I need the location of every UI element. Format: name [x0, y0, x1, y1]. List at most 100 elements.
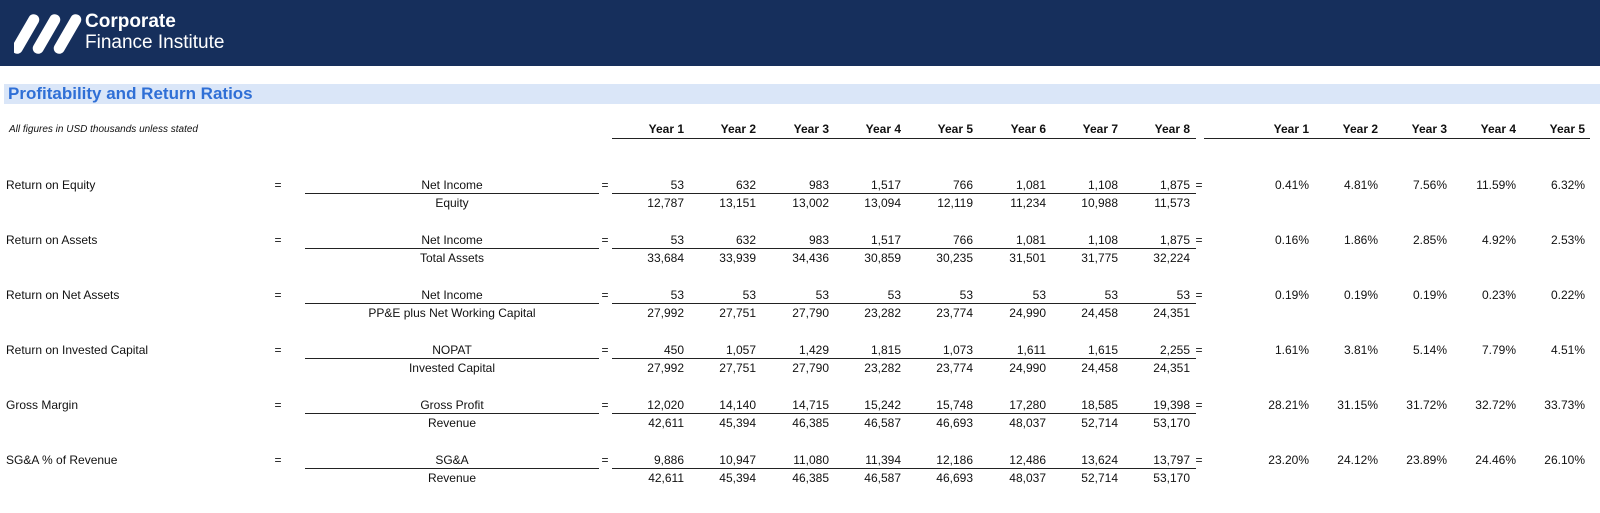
- numerator-value: 983: [808, 178, 829, 192]
- equals-sign: =: [1195, 288, 1203, 302]
- denominator-value: 34,436: [792, 251, 829, 265]
- denominator-value: 46,693: [936, 416, 973, 430]
- fraction-bar: [305, 193, 599, 194]
- numerator-value: 53: [815, 288, 829, 302]
- denominator-value: 33,684: [647, 251, 684, 265]
- denominator-value: 23,282: [864, 306, 901, 320]
- equals-sign: =: [1195, 178, 1203, 192]
- ratio-year-header: Year 1: [1273, 122, 1309, 136]
- numerator-value: 1,073: [942, 343, 973, 357]
- denominator-value: 31,775: [1081, 251, 1118, 265]
- header-underline-values: [612, 138, 1196, 139]
- ratio-value: 0.41%: [1274, 178, 1309, 192]
- denominator-value: 31,501: [1009, 251, 1046, 265]
- numerator-value: 1,611: [1016, 343, 1046, 357]
- denominator-value: 46,587: [864, 416, 901, 430]
- ratio-value: 7.56%: [1412, 178, 1447, 192]
- ratio-value: 7.79%: [1481, 343, 1516, 357]
- equals-sign: =: [1195, 453, 1203, 467]
- numerator-value: 53: [1032, 288, 1046, 302]
- denominator-value: 27,751: [719, 306, 756, 320]
- ratio-value: 4.92%: [1481, 233, 1516, 247]
- numerator-value: 9,886: [653, 453, 684, 467]
- ratio-year-header: Year 3: [1411, 122, 1447, 136]
- numerator-value: 13,624: [1081, 453, 1118, 467]
- numerator-value: 1,081: [1015, 178, 1046, 192]
- denominator-value: 48,037: [1009, 416, 1046, 430]
- denominator-value: 52,714: [1081, 471, 1118, 485]
- ratio-value: 4.81%: [1343, 178, 1378, 192]
- numerator-value: 1,108: [1087, 233, 1118, 247]
- numerator-value: 1,517: [870, 233, 901, 247]
- numerator-value: 53: [887, 288, 901, 302]
- equals-sign: =: [601, 178, 609, 192]
- denominator-value: 24,458: [1081, 361, 1118, 375]
- year-header: Year 6: [1010, 122, 1046, 136]
- denominator-value: 12,119: [937, 196, 973, 210]
- ratio-value: 28.21%: [1268, 398, 1309, 412]
- numerator-value: 14,715: [792, 398, 829, 412]
- equals-sign: =: [274, 343, 282, 357]
- denominator-value: 11,234: [1010, 196, 1046, 210]
- numerator-label: NOPAT: [432, 343, 472, 357]
- denominator-value: 27,992: [647, 306, 684, 320]
- denominator-value: 24,990: [1009, 306, 1046, 320]
- values-fraction-bar: [612, 413, 1196, 414]
- cfi-logo-icon: [14, 14, 82, 54]
- equals-sign: =: [601, 288, 609, 302]
- values-fraction-bar: [612, 303, 1196, 304]
- numerator-value: 1,108: [1087, 178, 1118, 192]
- year-header: Year 2: [720, 122, 756, 136]
- ratio-value: 23.89%: [1406, 453, 1447, 467]
- denominator-value: 27,790: [792, 306, 829, 320]
- denominator-label: PP&E plus Net Working Capital: [368, 306, 536, 320]
- fraction-bar: [305, 468, 599, 469]
- ratio-label: Return on Net Assets: [6, 288, 120, 302]
- numerator-value: 12,486: [1009, 453, 1046, 467]
- denominator-value: 46,587: [864, 471, 901, 485]
- denominator-value: 46,385: [792, 416, 829, 430]
- denominator-value: 32,224: [1153, 251, 1190, 265]
- numerator-value: 18,585: [1081, 398, 1118, 412]
- denominator-label: Revenue: [427, 416, 477, 430]
- denominator-value: 10,988: [1081, 196, 1118, 210]
- numerator-value: 53: [1176, 288, 1190, 302]
- denominator-value: 27,790: [792, 361, 829, 375]
- ratio-value: 32.72%: [1475, 398, 1516, 412]
- denominator-value: 24,351: [1153, 361, 1190, 375]
- ratio-value: 5.14%: [1412, 343, 1447, 357]
- year-header: Year 4: [865, 122, 901, 136]
- ratio-value: 2.53%: [1550, 233, 1585, 247]
- equals-sign: =: [274, 398, 282, 412]
- denominator-value: 27,992: [647, 361, 684, 375]
- ratio-value: 0.19%: [1274, 288, 1309, 302]
- numerator-value: 15,242: [864, 398, 901, 412]
- equals-sign: =: [274, 233, 282, 247]
- denominator-value: 24,458: [1081, 306, 1118, 320]
- numerator-value: 1,429: [798, 343, 829, 357]
- fraction-bar: [305, 303, 599, 304]
- denominator-label: Equity: [435, 196, 469, 210]
- fraction-bar: [305, 358, 599, 359]
- denominator-value: 23,282: [864, 361, 901, 375]
- denominator-value: 53,170: [1153, 471, 1190, 485]
- numerator-value: 983: [808, 233, 829, 247]
- section-header: Profitability and Return Ratios: [4, 84, 1600, 104]
- numerator-value: 2,255: [1159, 343, 1190, 357]
- header-underline-ratios: [1204, 138, 1590, 139]
- ratio-label: Gross Margin: [6, 398, 79, 412]
- numerator-value: 53: [959, 288, 973, 302]
- denominator-value: 42,611: [648, 416, 684, 430]
- denominator-value: 45,394: [719, 416, 756, 430]
- ratio-value: 3.81%: [1343, 343, 1378, 357]
- ratio-value: 23.20%: [1268, 453, 1309, 467]
- denominator-value: 30,235: [936, 251, 973, 265]
- section-title: Profitability and Return Ratios: [8, 84, 253, 103]
- numerator-value: 19,398: [1153, 398, 1190, 412]
- values-fraction-bar: [612, 248, 1196, 249]
- denominator-value: 13,151: [719, 196, 756, 210]
- ratio-value: 24.46%: [1475, 453, 1516, 467]
- equals-sign: =: [601, 233, 609, 247]
- equals-sign: =: [274, 453, 282, 467]
- numerator-value: 1,875: [1159, 233, 1190, 247]
